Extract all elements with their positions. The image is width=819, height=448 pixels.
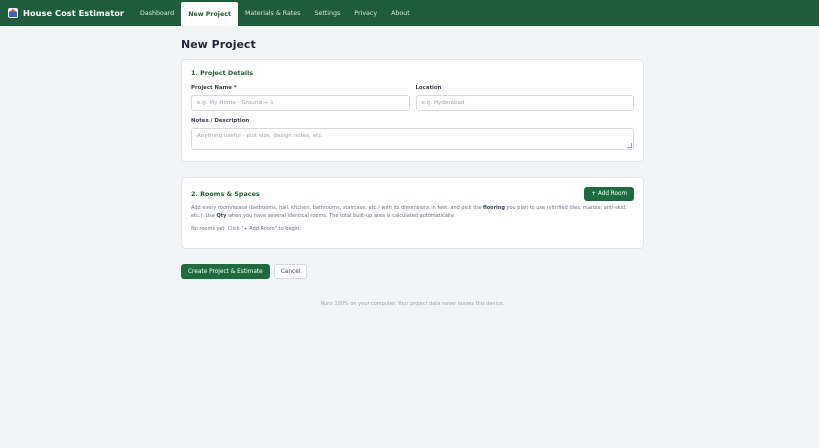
- rooms-card: 2. Rooms & Spaces + Add Room Add every r…: [181, 177, 644, 249]
- project-name-placeholder: e.g. My Home - Ground + 1: [197, 100, 274, 106]
- nav-link-about[interactable]: About: [384, 0, 417, 26]
- notes-textarea[interactable]: Anything useful - plot size, design note…: [191, 128, 634, 150]
- rooms-title: 2. Rooms & Spaces: [191, 190, 260, 198]
- main-content: New Project 1. Project Details Project N…: [181, 26, 644, 307]
- nav-link-dashboard[interactable]: Dashboard: [133, 0, 181, 26]
- nav-link-privacy[interactable]: Privacy: [347, 0, 384, 26]
- brand-title: House Cost Estimator: [23, 8, 125, 18]
- desc-text-1: Add every room/space (bedrooms, hall, ki…: [191, 205, 483, 211]
- cancel-button[interactable]: Cancel: [273, 264, 308, 279]
- nav-link-settings[interactable]: Settings: [307, 0, 347, 26]
- project-details-title: 1. Project Details: [191, 69, 254, 77]
- rooms-description: Add every room/space (bedrooms, hall, ki…: [191, 204, 634, 220]
- nav-link-materials-rates[interactable]: Materials & Rates: [238, 0, 308, 26]
- desc-bold-flooring: flooring: [483, 205, 505, 211]
- desc-text-3: when you have several identical rooms. T…: [226, 213, 455, 219]
- nav-link-new-project[interactable]: New Project: [181, 2, 238, 26]
- house-logo-icon: [8, 8, 18, 18]
- form-actions: Create Project & Estimate Cancel: [181, 264, 644, 279]
- rooms-empty-state: No rooms yet. Click "+ Add Room" to begi…: [191, 226, 301, 232]
- nav-links: Dashboard New Project Materials & Rates …: [133, 0, 417, 26]
- location-input[interactable]: e.g. Hyderabad: [415, 95, 634, 111]
- project-name-label: Project Name *: [191, 85, 237, 91]
- desc-bold-qty: Qty: [216, 213, 227, 219]
- footer-note: Runs 100% on your computer. Your project…: [320, 301, 505, 307]
- add-room-button[interactable]: + Add Room: [584, 187, 634, 201]
- project-name-input[interactable]: e.g. My Home - Ground + 1: [191, 95, 410, 111]
- page-title: New Project: [181, 38, 256, 51]
- create-project-button[interactable]: Create Project & Estimate: [181, 264, 270, 279]
- top-navbar: House Cost Estimator Dashboard New Proje…: [0, 0, 819, 26]
- location-placeholder: e.g. Hyderabad: [421, 100, 465, 106]
- location-label: Location: [415, 85, 442, 91]
- notes-label: Notes / Description: [191, 118, 250, 124]
- project-details-card: 1. Project Details Project Name * e.g. M…: [181, 59, 644, 162]
- notes-placeholder: Anything useful - plot size, design note…: [197, 133, 324, 139]
- brand[interactable]: House Cost Estimator: [8, 0, 124, 26]
